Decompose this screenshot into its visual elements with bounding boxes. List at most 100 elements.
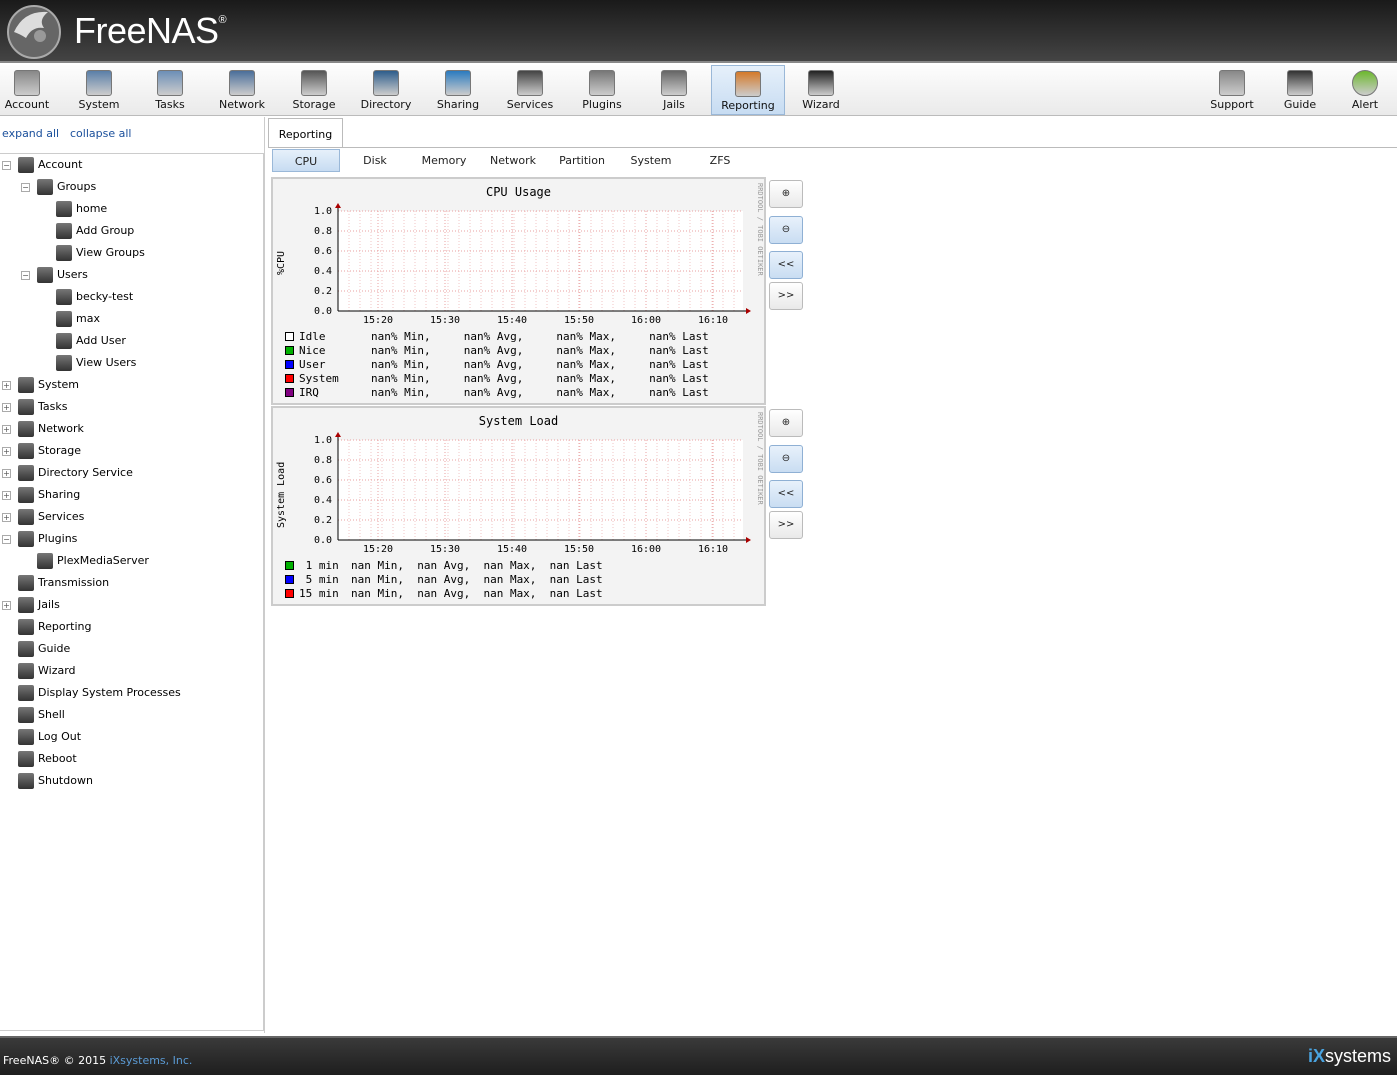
x-axis-arrow [746,537,751,543]
legend-stats: nan Min, nan Avg, nan Max, nan Last [351,587,603,600]
zoom-out-button[interactable]: ⊖ [769,445,803,473]
x-tick-label: 16:10 [698,315,728,326]
freenas-logo-icon [7,5,61,59]
toolbar-label: Directory [360,98,412,111]
subtab-partition[interactable]: Partition [548,149,616,172]
toolbar-jails-button[interactable]: Jails [638,65,710,115]
load-legend: 1 min nan Min, nan Avg, nan Max, nan Last… [285,559,603,601]
legend-name: System [299,372,339,385]
x-tick-label: 15:20 [363,544,393,555]
toolbar-label: Alert [1351,98,1379,111]
x-tick-label: 15:30 [430,544,460,555]
toolbar-guide-button[interactable]: Guide [1265,65,1335,115]
toolbar-label: Sharing [436,98,480,111]
toolbar-support-button[interactable]: Support [1197,65,1267,115]
y-tick-label: 0.0 [314,535,332,546]
toolbar-label: Network [219,98,265,111]
storage-icon [301,70,327,96]
legend-stats: nan Min, nan Avg, nan Max, nan Last [351,573,603,586]
company-link[interactable]: iXsystems, Inc. [110,1054,193,1067]
graph-title: System Load [478,414,559,428]
load-plot: 0.0 0.2 0.4 0.6 0.8 1.0 15:20 15:30 15:40 15:50 16… [314,432,751,555]
toolbar-plugins-button[interactable]: Plugins [566,65,638,115]
y-axis-arrow [335,203,341,208]
toolbar-wizard-button[interactable]: Wizard [785,65,857,115]
y-tick-label: 0.2 [314,515,332,526]
system-icon [86,70,112,96]
graph-title: CPU Usage [485,185,552,199]
toolbar-label: Storage [292,98,336,111]
subtab-disk[interactable]: Disk [341,149,409,172]
tab-divider [268,147,1397,148]
subtab-network[interactable]: Network [479,149,547,172]
legend-stats: nan% Min, nan% Avg, nan% Max, nan% Last [371,372,709,385]
forward-button[interactable]: >> [769,282,803,310]
forward-button[interactable]: >> [769,511,803,539]
subtab-zfs[interactable]: ZFS [686,149,754,172]
cpu-legend: Idle nan% Min, nan% Avg, nan% Max, nan% L… [285,330,709,400]
legend-row: 15 min nan Min, nan Avg, nan Max, nan Las… [285,587,603,601]
toolbar-label: Wizard [802,98,840,111]
zoom-in-button[interactable]: ⊕ [769,180,803,208]
toolbar-sharing-button[interactable]: Sharing [422,65,494,115]
toolbar-label: Plugins [582,98,622,111]
y-tick-label: 0.6 [314,475,332,486]
legend-row: User nan% Min, nan% Avg, nan% Max, nan% L… [285,358,709,372]
tab-reporting[interactable]: Reporting [268,118,343,148]
legend-swatch [285,589,294,598]
toolbar-network-button[interactable]: Network [206,65,278,115]
plot-area [338,211,743,311]
legend-row: IRQ nan% Min, nan% Avg, nan% Max, nan% La… [285,386,709,400]
wizard-icon [808,70,834,96]
main-toolbar: Account System Tasks Network Storage Director… [0,65,1397,116]
toolbar-directory-button[interactable]: Directory [350,65,422,115]
legend-stats: nan% Min, nan% Avg, nan% Max, nan% Last [371,358,709,371]
directory-icon [373,70,399,96]
toolbar-storage-button[interactable]: Storage [278,65,350,115]
zoom-out-icon: ⊖ [781,453,791,464]
toolbar-label: Tasks [155,98,185,111]
collapse-all-link[interactable]: collapse all [70,127,131,140]
rrdtool-credit: RRDTOOL / TOBI OETIKER [756,183,764,276]
legend-row: 1 min nan Min, nan Avg, nan Max, nan Last [285,559,603,573]
subtab-memory[interactable]: Memory [410,149,478,172]
zoom-in-button[interactable]: ⊕ [769,409,803,437]
y-tick-label: 0.4 [314,495,332,506]
x-tick-label: 15:40 [497,544,527,555]
zoom-out-icon: ⊖ [781,224,791,235]
toolbar-account-button[interactable]: Account [0,65,54,115]
users-icon [14,70,40,96]
legend-stats: nan% Min, nan% Avg, nan% Max, nan% Last [371,344,709,357]
x-tick-label: 15:50 [564,544,594,555]
legend-swatch [285,561,294,570]
expand-all-link[interactable]: expand all [2,127,59,140]
toolbar-system-button[interactable]: System [64,65,134,115]
toolbar-label: Guide [1283,98,1317,111]
toolbar-label: Jails [663,98,685,111]
y-tick-label: 0.0 [314,306,332,317]
back-button[interactable]: << [769,251,803,279]
zoom-out-button[interactable]: ⊖ [769,216,803,244]
y-tick-label: 1.0 [314,435,332,446]
ixsystems-logo: iXsystems [1307,1046,1391,1066]
legend-swatch [285,360,294,369]
legend-stats: nan% Min, nan% Avg, nan% Max, nan% Last [371,330,709,343]
toolbar-label: System [78,98,120,111]
toolbar-alert-button[interactable]: Alert [1333,65,1397,115]
legend-name: 15 min [299,587,339,600]
legend-stats: nan% Min, nan% Avg, nan% Max, nan% Last [371,386,709,399]
legend-swatch [285,346,294,355]
subtab-cpu[interactable]: CPU [272,149,340,172]
legend-swatch [285,575,294,584]
toolbar-tasks-button[interactable]: Tasks [134,65,206,115]
back-button[interactable]: << [769,480,803,508]
x-tick-label: 16:00 [631,544,661,555]
toolbar-label: Services [506,98,554,111]
toolbar-reporting-button[interactable]: Reporting [711,65,785,115]
zoom-in-icon: ⊕ [781,417,791,428]
plot-area [338,440,743,540]
x-tick-label: 15:40 [497,315,527,326]
subtab-system[interactable]: System [617,149,685,172]
toolbar-services-button[interactable]: Services [494,65,566,115]
support-icon [1219,70,1245,96]
